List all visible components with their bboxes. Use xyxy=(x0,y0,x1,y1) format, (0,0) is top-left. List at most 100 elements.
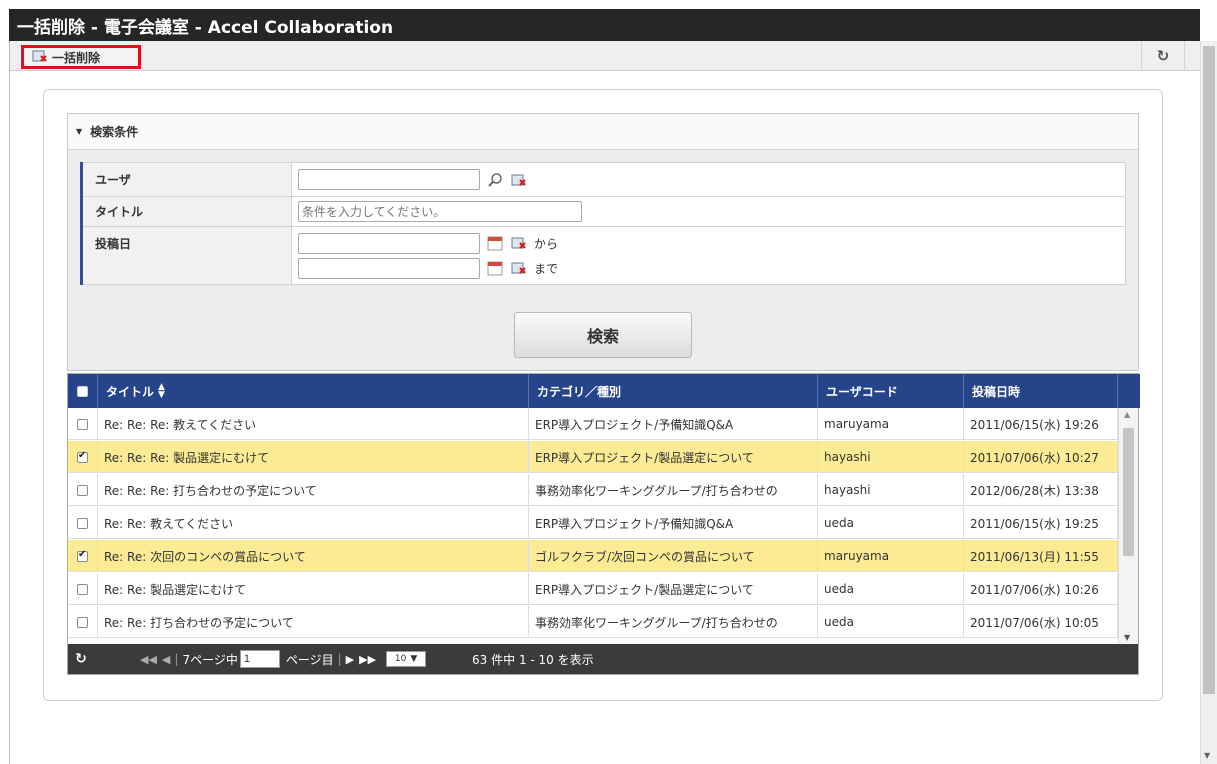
row-checkbox[interactable] xyxy=(77,484,88,496)
window-title: 一括削除 - 電子会議室 - Accel Collaboration xyxy=(17,18,394,38)
column-header-date[interactable]: 投稿日時 xyxy=(964,374,1118,408)
row-user-code: hayashi xyxy=(818,441,964,473)
row-checkbox-cell xyxy=(68,540,98,572)
table-row[interactable]: Re: Re: Re: 打ち合わせの予定について 事務効率化ワーキンググループ/打… xyxy=(68,474,1118,506)
row-title: Re: Re: 次回のコンペの賞品について xyxy=(98,540,529,572)
search-conditions-title: 検索条件 xyxy=(90,125,139,139)
search-button[interactable]: 検索 xyxy=(514,312,692,358)
first-page-icon[interactable]: ◀◀ xyxy=(140,653,157,666)
row-posted-date: 2011/06/15(水) 19:26 xyxy=(964,408,1118,440)
sort-icon[interactable]: ▲ ▼ xyxy=(158,383,165,400)
row-user-code: ueda xyxy=(818,507,964,539)
select-all-checkbox[interactable] xyxy=(77,385,88,397)
date-label: 投稿日 xyxy=(80,226,292,285)
row-checkbox-cell xyxy=(68,507,98,539)
column-header-category[interactable]: カテゴリ／種別 xyxy=(529,374,818,408)
prev-page-icon[interactable]: ◀ xyxy=(162,653,170,666)
row-checkbox-cell xyxy=(68,573,98,605)
scroll-up-icon[interactable]: ▲ xyxy=(1124,410,1130,419)
search-conditions-box: ▼ 検索条件 ユーザ タイトル 条件を入力してください。 投稿日 から まで 検… xyxy=(67,113,1139,371)
row-posted-date: 2011/07/06(水) 10:27 xyxy=(964,441,1118,473)
to-label: まで xyxy=(534,261,559,276)
scroll-down-icon[interactable]: ▼ xyxy=(1124,633,1130,642)
row-title: Re: Re: 製品選定にむけて xyxy=(98,573,529,605)
bulk-delete-button[interactable]: 一括削除 xyxy=(21,45,141,69)
row-posted-date: 2011/07/06(水) 10:26 xyxy=(964,573,1118,605)
next-page-icon[interactable]: ▶ xyxy=(346,653,354,666)
grid-header: タイトル ▲ ▼ カテゴリ／種別 ユーザコード 投稿日時 xyxy=(68,374,1140,408)
row-category: 事務効率化ワーキンググループ/打ち合わせの xyxy=(529,606,818,638)
grid-body: Re: Re: Re: 教えてください ERP導入プロジェクト/予備知識Q&A ma… xyxy=(68,408,1118,644)
window-left-border xyxy=(9,41,10,764)
row-user-code: maruyama xyxy=(818,540,964,572)
result-summary: 63 件中 1 - 10 を表示 xyxy=(472,652,594,667)
row-user-code: maruyama xyxy=(818,408,964,440)
title-input[interactable] xyxy=(298,201,582,222)
from-label: から xyxy=(534,236,559,251)
row-checkbox[interactable] xyxy=(77,418,88,430)
table-row[interactable]: Re: Re: 教えてください ERP導入プロジェクト/予備知識Q&A ueda 20… xyxy=(68,507,1118,539)
grid-scrollbar[interactable]: ▲ ▼ xyxy=(1118,408,1138,644)
row-checkbox[interactable] xyxy=(77,583,88,595)
per-page-select[interactable]: 10 ▼ xyxy=(386,651,427,667)
clear-date-to-icon[interactable] xyxy=(510,259,528,277)
row-category: ゴルフクラブ/次回コンペの賞品について xyxy=(529,540,818,572)
row-title: Re: Re: Re: 製品選定にむけて xyxy=(98,441,529,473)
search-conditions-table: ユーザ タイトル 投稿日 xyxy=(80,162,1126,285)
row-checkbox[interactable] xyxy=(77,517,88,529)
clear-icon[interactable] xyxy=(510,171,528,189)
delete-icon xyxy=(32,49,48,66)
table-row[interactable]: Re: Re: 製品選定にむけて ERP導入プロジェクト/製品選定について ueda… xyxy=(68,573,1118,605)
row-user-code: ueda xyxy=(818,606,964,638)
table-row[interactable]: Re: Re: Re: 製品選定にむけてERP導入プロジェクト/製品選定について… xyxy=(68,441,1118,473)
row-category: ERP導入プロジェクト/予備知識Q&A xyxy=(529,408,818,440)
row-posted-date: 2011/06/15(水) 19:25 xyxy=(964,507,1118,539)
row-posted-date: 2012/06/28(木) 13:38 xyxy=(964,474,1118,506)
row-title: Re: Re: Re: 打ち合わせの予定について xyxy=(98,474,529,506)
row-checkbox-cell xyxy=(68,474,98,506)
row-posted-date: 2011/07/06(水) 10:05 xyxy=(964,606,1118,638)
table-row[interactable]: Re: Re: 打ち合わせの予定について 事務効率化ワーキンググループ/打ち合わせ… xyxy=(68,606,1118,638)
date-to-input[interactable] xyxy=(298,257,480,279)
row-title: Re: Re: Re: 教えてください xyxy=(98,408,529,440)
search-icon[interactable] xyxy=(486,171,504,189)
reload-icon[interactable]: ↻ xyxy=(68,644,94,674)
row-title: Re: Re: 打ち合わせの予定について xyxy=(98,606,529,638)
grid-scrollbar-thumb[interactable] xyxy=(1123,428,1134,556)
refresh-button[interactable]: ↻ xyxy=(1141,41,1185,71)
last-page-icon[interactable]: ▶▶ xyxy=(359,653,376,666)
toolbar: 一括削除 ↻ xyxy=(9,41,1200,71)
row-category: ERP導入プロジェクト/製品選定について xyxy=(529,441,818,473)
page-scrollbar-thumb[interactable] xyxy=(1203,46,1215,694)
chevron-down-icon: ▼ xyxy=(410,654,418,664)
page-suffix-text: ページ目 xyxy=(285,652,334,667)
row-category: 事務効率化ワーキンググループ/打ち合わせの xyxy=(529,474,818,506)
table-row[interactable]: Re: Re: 次回のコンペの賞品についてゴルフクラブ/次回コンペの賞品について… xyxy=(68,540,1118,572)
user-input[interactable] xyxy=(298,169,480,190)
row-user-code: ueda xyxy=(818,573,964,605)
row-posted-date: 2011/06/13(月) 11:55 xyxy=(964,540,1118,572)
page-number-input[interactable] xyxy=(239,650,280,668)
row-category: ERP導入プロジェクト/製品選定について xyxy=(529,573,818,605)
search-conditions-toggle[interactable]: ▼ 検索条件 xyxy=(68,114,1138,150)
table-row[interactable]: Re: Re: Re: 教えてください ERP導入プロジェクト/予備知識Q&A ma… xyxy=(68,408,1118,440)
clear-date-from-icon[interactable] xyxy=(510,234,528,252)
row-title: Re: Re: 教えてください xyxy=(98,507,529,539)
row-checkbox-cell xyxy=(68,441,98,473)
user-label: ユーザ xyxy=(80,162,292,197)
column-header-title[interactable]: タイトル ▲ ▼ xyxy=(98,374,529,408)
calendar-icon[interactable] xyxy=(486,259,504,277)
date-from-input[interactable] xyxy=(298,232,480,254)
bulk-delete-label: 一括削除 xyxy=(52,50,101,65)
total-pages-text: 7ページ中 xyxy=(182,652,238,667)
row-category: ERP導入プロジェクト/予備知識Q&A xyxy=(529,507,818,539)
window-titlebar: 一括削除 - 電子会議室 - Accel Collaboration xyxy=(9,9,1200,41)
row-checkbox[interactable] xyxy=(77,450,88,463)
scroll-down-icon[interactable]: ▼ xyxy=(1204,751,1210,760)
column-header-user[interactable]: ユーザコード xyxy=(818,374,964,408)
refresh-icon: ↻ xyxy=(1156,47,1170,65)
calendar-icon[interactable] xyxy=(486,234,504,252)
row-checkbox[interactable] xyxy=(77,549,88,562)
row-checkbox[interactable] xyxy=(77,616,88,628)
page-scrollbar[interactable]: ▼ xyxy=(1200,41,1217,764)
